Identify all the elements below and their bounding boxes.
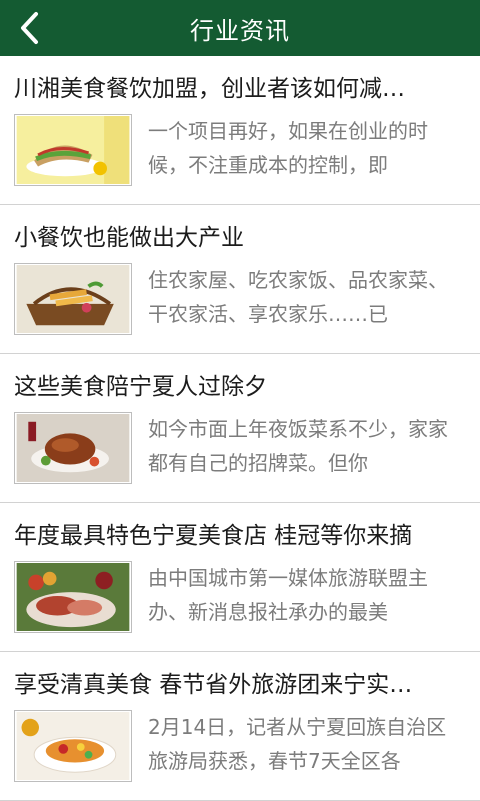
news-list: 川湘美食餐饮加盟，创业者该如何减… 一个项目再好，如果在创业的时候，不注重成本的… bbox=[0, 56, 480, 801]
news-title: 小餐饮也能做出大产业 bbox=[14, 225, 244, 251]
news-item[interactable]: 小餐饮也能做出大产业 住农家屋、吃农家饭、品农家菜、干农家活、享农家乐……已 bbox=[0, 205, 480, 354]
fried-snack-basket-image bbox=[16, 265, 130, 333]
ham-platter-image bbox=[16, 563, 130, 631]
news-thumbnail bbox=[14, 561, 132, 633]
top-bar: 行业资讯 bbox=[0, 0, 480, 56]
page-title: 行业资讯 bbox=[190, 16, 290, 45]
chevron-left-icon bbox=[21, 12, 38, 44]
sandwich-plate-image bbox=[16, 116, 130, 184]
news-title: 年度最具特色宁夏美食店 桂冠等你来摘 bbox=[14, 523, 413, 549]
news-thumbnail bbox=[14, 710, 132, 782]
roast-meat-dinner-image bbox=[16, 414, 130, 482]
news-summary: 如今市面上年夜饭菜系不少，家家都有自己的招牌菜。但你 bbox=[148, 417, 448, 475]
news-item[interactable]: 年度最具特色宁夏美食店 桂冠等你来摘 由中国城市第一媒体旅游联盟主办、新消息报社… bbox=[0, 503, 480, 652]
news-title: 享受清真美食 春节省外旅游团来宁实… bbox=[14, 672, 413, 698]
news-thumbnail bbox=[14, 114, 132, 186]
news-item[interactable]: 享受清真美食 春节省外旅游团来宁实… 2月14日，记者从宁夏回族自治区旅游局获悉… bbox=[0, 652, 480, 801]
news-title: 川湘美食餐饮加盟，创业者该如何减… bbox=[14, 76, 405, 102]
news-summary: 一个项目再好，如果在创业的时候，不注重成本的控制，即 bbox=[148, 119, 428, 177]
news-title: 这些美食陪宁夏人过除夕 bbox=[14, 374, 267, 400]
news-thumbnail bbox=[14, 412, 132, 484]
news-thumbnail bbox=[14, 263, 132, 335]
back-button[interactable] bbox=[10, 8, 50, 48]
news-summary: 住农家屋、吃农家饭、品农家菜、干农家活、享农家乐……已 bbox=[148, 268, 448, 326]
news-summary: 2月14日，记者从宁夏回族自治区旅游局获悉，春节7天全区各 bbox=[148, 715, 447, 773]
news-item[interactable]: 川湘美食餐饮加盟，创业者该如何减… 一个项目再好，如果在创业的时候，不注重成本的… bbox=[0, 56, 480, 205]
news-item[interactable]: 这些美食陪宁夏人过除夕 如今市面上年夜饭菜系不少，家家都有自己的招牌菜。但你 bbox=[0, 354, 480, 503]
colorful-dish-image bbox=[16, 712, 130, 780]
news-summary: 由中国城市第一媒体旅游联盟主办、新消息报社承办的最美 bbox=[148, 566, 428, 624]
